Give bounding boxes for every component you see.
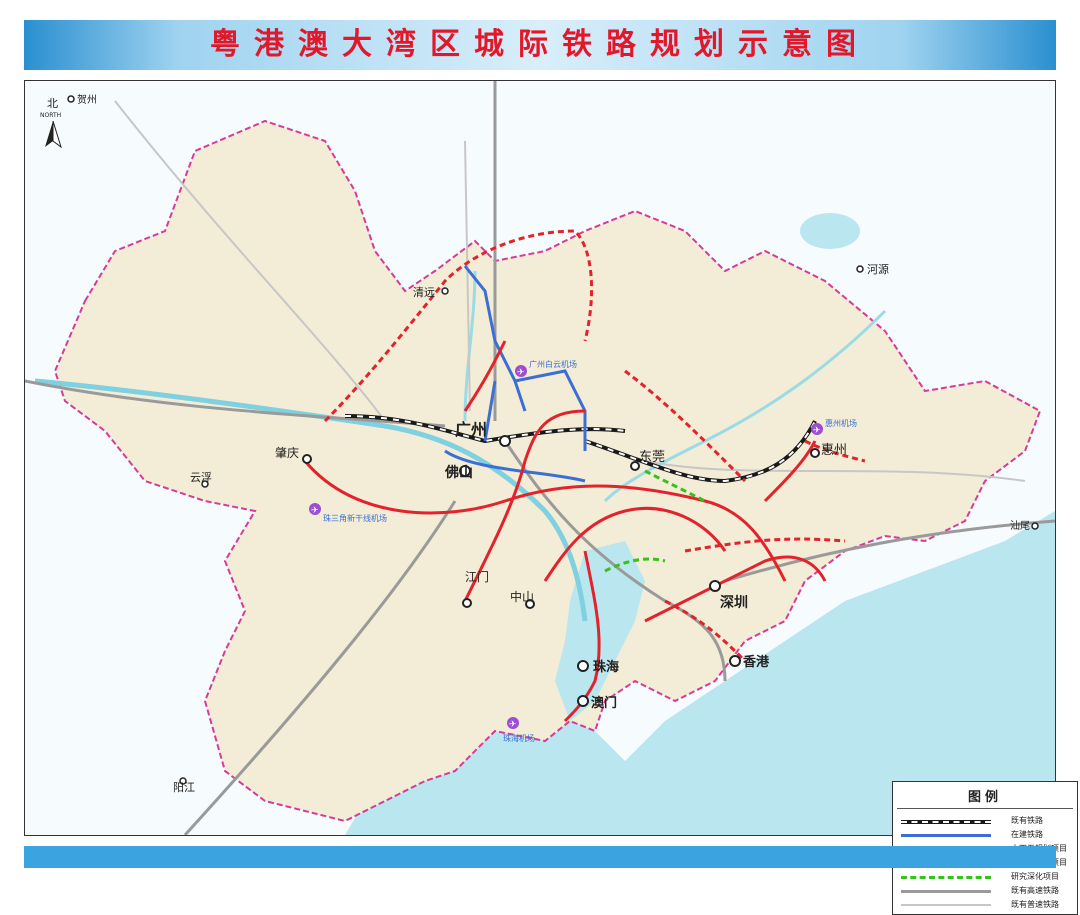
svg-text:汕尾: 汕尾 [1010,520,1030,532]
svg-text:佛山: 佛山 [444,464,473,481]
svg-text:北: 北 [47,97,58,110]
legend-label: 研究深化项目 [1011,872,1059,881]
svg-text:惠州机场: 惠州机场 [825,418,857,428]
legend-item-research: 研究深化项目 [901,870,1073,884]
legend-item-existing-rail: 既有铁路 [901,814,1073,828]
svg-text:✈: ✈ [517,368,525,378]
svg-text:广州白云机场: 广州白云机场 [529,359,577,369]
legend-label: 在建铁路 [1011,830,1043,839]
existing-rail-swatch-dash [901,821,991,823]
wanlv-lake [800,213,860,249]
research-swatch [901,876,991,879]
normal-swatch [901,904,991,906]
map-frame: 广州 佛山 深圳 东莞 惠州 肇庆 江门 中山 珠海 澳门 香港 清远 云浮 河… [24,80,1078,915]
legend-item-existing-hsr: 既有高速铁路 [901,884,1073,898]
legend-divider [897,808,1073,809]
svg-text:东莞: 东莞 [639,450,665,465]
bottom-bar [24,846,1056,868]
north-arrow-icon: 北 NORTH [40,97,62,149]
svg-text:✈: ✈ [311,506,319,516]
city-yangjiang: 阳江 [173,777,195,794]
city-foshan: 佛山 [444,464,473,481]
legend-item-under-construction: 在建铁路 [901,828,1073,842]
svg-text:珠海: 珠海 [593,659,619,675]
svg-text:✈: ✈ [509,720,517,730]
legend-label: 既有普速铁路 [1011,900,1059,909]
title-banner: 粤港澳大湾区城际铁路规划示意图 [24,20,1056,70]
svg-text:✈: ✈ [813,426,821,436]
svg-text:阳江: 阳江 [173,781,195,794]
hsr-swatch [901,890,991,893]
legend-label: 既有铁路 [1011,816,1043,825]
city-hongkong: 香港 [729,654,770,670]
construction-swatch [901,834,991,837]
legend-label: 既有高速铁路 [1011,886,1059,895]
svg-text:河源: 河源 [867,262,889,276]
city-hezhou: 贺州 [67,94,97,106]
svg-text:云浮: 云浮 [190,471,212,484]
svg-text:深圳: 深圳 [720,594,748,611]
svg-text:珠三角新干线机场: 珠三角新干线机场 [323,513,387,523]
svg-text:珠海机场: 珠海机场 [503,733,535,743]
legend-title: 图例 [967,790,1002,805]
map-canvas: 广州 佛山 深圳 东莞 惠州 肇庆 江门 中山 珠海 澳门 香港 清远 云浮 河… [24,81,1056,837]
legend-item-existing-normal: 既有普速铁路 [901,898,1073,912]
svg-text:贺州: 贺州 [77,94,97,106]
svg-text:香港: 香港 [742,654,770,670]
svg-text:中山: 中山 [510,589,534,604]
map-title: 粤港澳大湾区城际铁路规划示意图 [210,27,870,62]
svg-text:惠州: 惠州 [821,443,847,458]
svg-text:清远: 清远 [413,286,435,299]
svg-text:肇庆: 肇庆 [275,445,299,460]
svg-text:广州: 广州 [455,420,487,439]
svg-text:澳门: 澳门 [591,695,617,711]
city-heyuan: 河源 [856,262,889,276]
svg-text:江门: 江门 [465,569,489,584]
svg-text:NORTH: NORTH [40,112,61,119]
